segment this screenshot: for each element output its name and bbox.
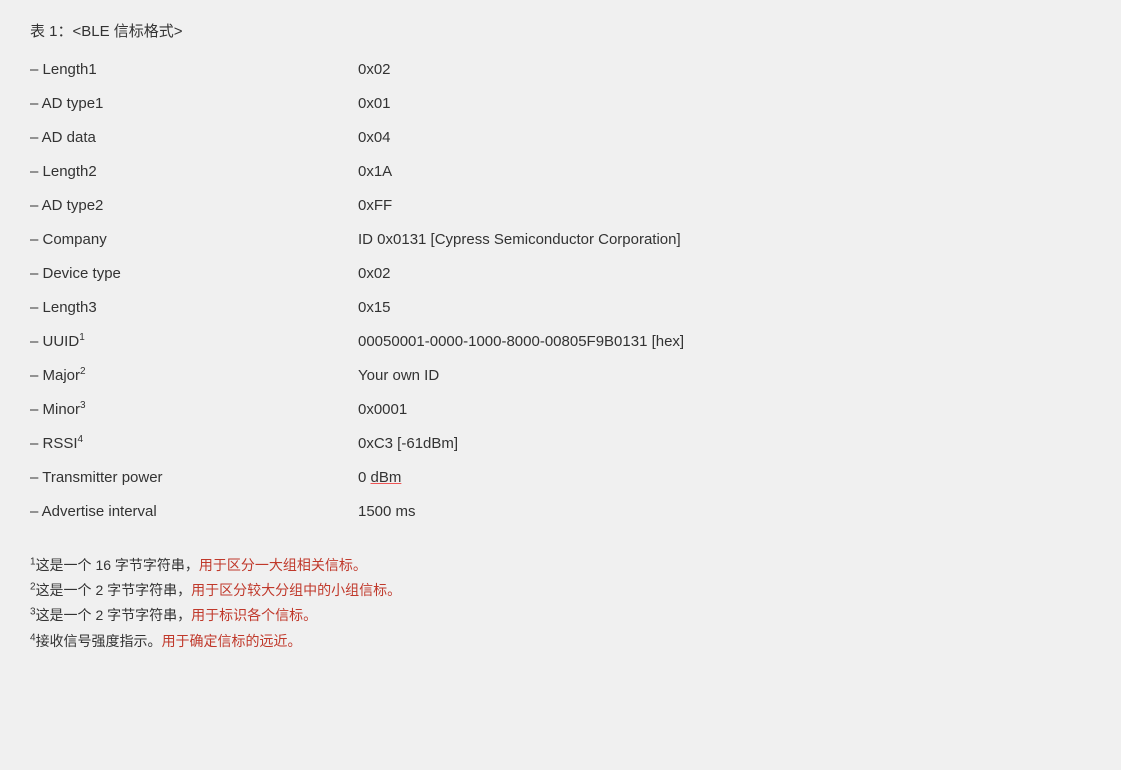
row-label: – Transmitter power [30,461,350,495]
row-value: 1500 ms [350,495,1091,529]
row-value: 00050001-0000-1000-8000-00805F9B0131 [he… [350,325,1091,359]
footnote-line: 3这是一个 2 字节字符串，用于标识各个信标。 [30,603,1091,628]
footnote-line: 1这是一个 16 字节字符串，用于区分一大组相关信标。 [30,553,1091,578]
table-row: – Advertise interval1500 ms [30,495,1091,529]
row-label: – AD data [30,121,350,155]
table-row: – Transmitter power0 dBm [30,461,1091,495]
footnotes-section: 1这是一个 16 字节字符串，用于区分一大组相关信标。2这是一个 2 字节字符串… [30,553,1091,654]
row-value: ID 0x0131 [Cypress Semiconductor Corpora… [350,223,1091,257]
row-value: 0x01 [350,87,1091,121]
footnote-line: 4接收信号强度指示。用于确定信标的远近。 [30,629,1091,654]
row-value: 0x1A [350,155,1091,189]
table-row: – AD type10x01 [30,87,1091,121]
row-label: – Advertise interval [30,495,350,529]
row-value: 0x02 [350,53,1091,87]
ble-format-table: – Length10x02– AD type10x01– AD data0x04… [30,53,1091,529]
row-label: – Length2 [30,155,350,189]
table-row: – Length10x02 [30,53,1091,87]
footnote-line: 2这是一个 2 字节字符串，用于区分较大分组中的小组信标。 [30,578,1091,603]
table-row: – AD data0x04 [30,121,1091,155]
row-label: – Minor3 [30,393,350,427]
row-label: – AD type1 [30,87,350,121]
row-label: – Company [30,223,350,257]
row-value: Your own ID [350,359,1091,393]
row-label: – AD type2 [30,189,350,223]
row-label: – UUID1 [30,325,350,359]
table-row: – Major2Your own ID [30,359,1091,393]
row-label: – Major2 [30,359,350,393]
table-row: – AD type20xFF [30,189,1091,223]
table-row: – UUID100050001-0000-1000-8000-00805F9B0… [30,325,1091,359]
table-row: – CompanyID 0x0131 [Cypress Semiconducto… [30,223,1091,257]
table-row: – Length20x1A [30,155,1091,189]
row-value: 0x15 [350,291,1091,325]
row-value: 0x02 [350,257,1091,291]
table-row: – RSSI40xC3 [-61dBm] [30,427,1091,461]
row-value: 0 dBm [350,461,1091,495]
row-label: – RSSI4 [30,427,350,461]
table-row: – Minor30x0001 [30,393,1091,427]
row-value: 0x0001 [350,393,1091,427]
row-label: – Device type [30,257,350,291]
row-value: 0xFF [350,189,1091,223]
row-label: – Length1 [30,53,350,87]
table-title: 表 1：<BLE 信标格式> [30,20,1091,41]
table-row: – Device type0x02 [30,257,1091,291]
row-value: 0xC3 [-61dBm] [350,427,1091,461]
row-value: 0x04 [350,121,1091,155]
page-wrapper: 表 1：<BLE 信标格式> – Length10x02– AD type10x… [30,20,1091,654]
row-label: – Length3 [30,291,350,325]
table-row: – Length30x15 [30,291,1091,325]
